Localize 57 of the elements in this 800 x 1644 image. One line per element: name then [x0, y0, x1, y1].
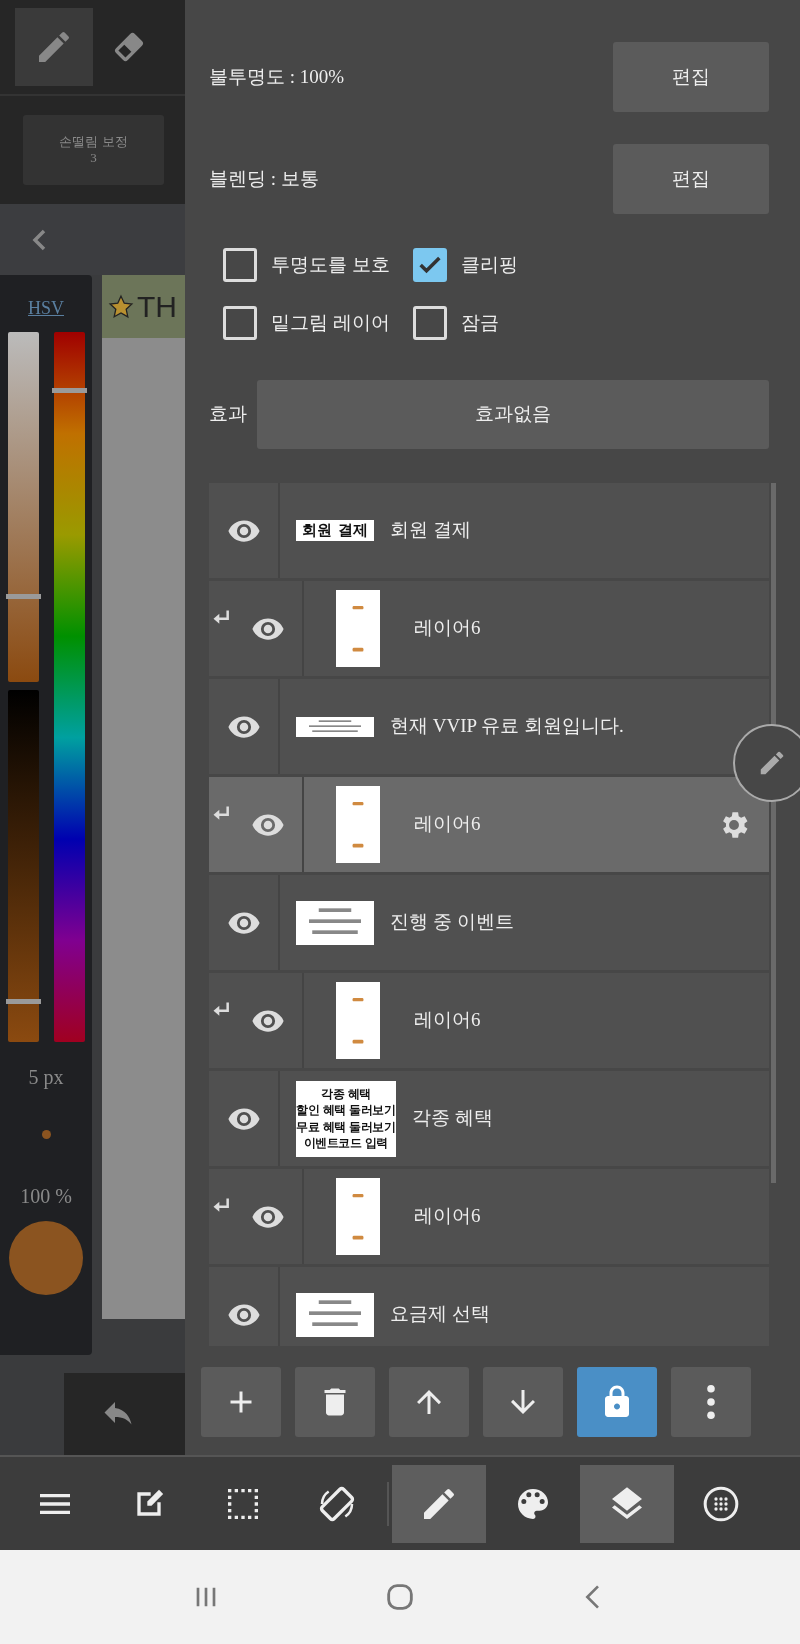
layer-thumbnail: 회원 결제 — [296, 520, 374, 541]
value-slider[interactable] — [7, 332, 39, 682]
opacity-label: 불투명도 : 100% — [209, 64, 345, 89]
smoothing-button[interactable]: 손떨림 보정 3 — [23, 115, 164, 185]
add-layer-button[interactable] — [201, 1367, 281, 1437]
layer-name: 각종 혜택 — [412, 1106, 493, 1131]
opacity-edit-button[interactable]: 편집 — [613, 42, 769, 112]
pen-tool-button[interactable] — [15, 8, 93, 86]
layer-name: 레이어6 — [414, 1008, 481, 1033]
star-icon — [108, 293, 134, 320]
color-mode-link[interactable]: HSV — [28, 295, 64, 322]
layer-name: 회원 결제 — [390, 518, 471, 543]
pen-button[interactable] — [392, 1464, 486, 1543]
layer-row[interactable]: 레이어6 — [209, 973, 769, 1068]
layer-name: 현재 VVIP 유료 회원입니다. — [390, 714, 624, 739]
layer-name: 요금제 선택 — [390, 1302, 490, 1327]
checkbox[interactable] — [413, 306, 447, 340]
canvas-header-text: TH — [137, 289, 177, 325]
move-down-button[interactable] — [483, 1367, 563, 1437]
layer-name: 레이어6 — [414, 616, 481, 641]
checkbox-label: 잠금 — [461, 310, 499, 335]
brush-preview-dot — [41, 1130, 51, 1139]
slider-thumb[interactable] — [5, 998, 41, 1004]
layer-name: 진행 중 이벤트 — [390, 910, 514, 935]
layer-row[interactable]: 레이어6 — [209, 777, 769, 872]
checkbox-label: 투명도를 보호 — [271, 252, 390, 277]
effect-button[interactable]: 효과없음 — [257, 380, 769, 449]
layer-row[interactable]: 레이어6 — [209, 1169, 769, 1264]
layer-row[interactable]: 진행 중 이벤트 — [209, 875, 769, 970]
delete-layer-button[interactable] — [295, 1367, 375, 1437]
lock-button[interactable] — [577, 1367, 657, 1437]
blending-label: 블렌딩 : 보통 — [209, 166, 319, 191]
slider-thumb[interactable] — [51, 388, 87, 394]
layer-row[interactable]: 각종 혜택 할인 혜택 둘러보기 무료 혜택 둘러보기 이벤트코드 입력 각종 혜택 — [209, 1071, 769, 1166]
shade-slider[interactable] — [7, 690, 39, 1042]
layer-row[interactable]: 현재 VVIP 유료 회원입니다. — [209, 679, 769, 774]
checkbox-label: 밑그림 레이어 — [271, 310, 390, 335]
more-button[interactable] — [671, 1367, 751, 1437]
checkbox[interactable] — [223, 248, 257, 282]
checkbox-label: 클리핑 — [461, 252, 518, 277]
layer-row[interactable]: 레이어6 — [209, 581, 769, 676]
effect-label: 효과 — [209, 402, 247, 427]
layer-name: 레이어6 — [414, 812, 481, 837]
move-up-button[interactable] — [389, 1367, 469, 1437]
blending-edit-button[interactable]: 편집 — [613, 144, 769, 214]
brush-size-label: 5 px — [28, 1065, 64, 1091]
slider-thumb[interactable] — [5, 594, 41, 600]
more-icon — [706, 1384, 716, 1420]
checkbox[interactable] — [223, 306, 257, 340]
layer-row[interactable]: 회원 결제 회원 결제 — [209, 483, 769, 578]
layers-button[interactable] — [580, 1464, 674, 1543]
layer-row[interactable]: 요금제 선택 — [209, 1267, 769, 1346]
checkbox[interactable] — [413, 248, 447, 282]
layer-name: 레이어6 — [414, 1204, 481, 1229]
layer-thumbnail: 각종 혜택 할인 혜택 둘러보기 무료 혜택 둘러보기 이벤트코드 입력 — [296, 1080, 396, 1157]
opacity-label: 100 % — [20, 1184, 72, 1209]
hue-slider[interactable] — [53, 332, 85, 1042]
